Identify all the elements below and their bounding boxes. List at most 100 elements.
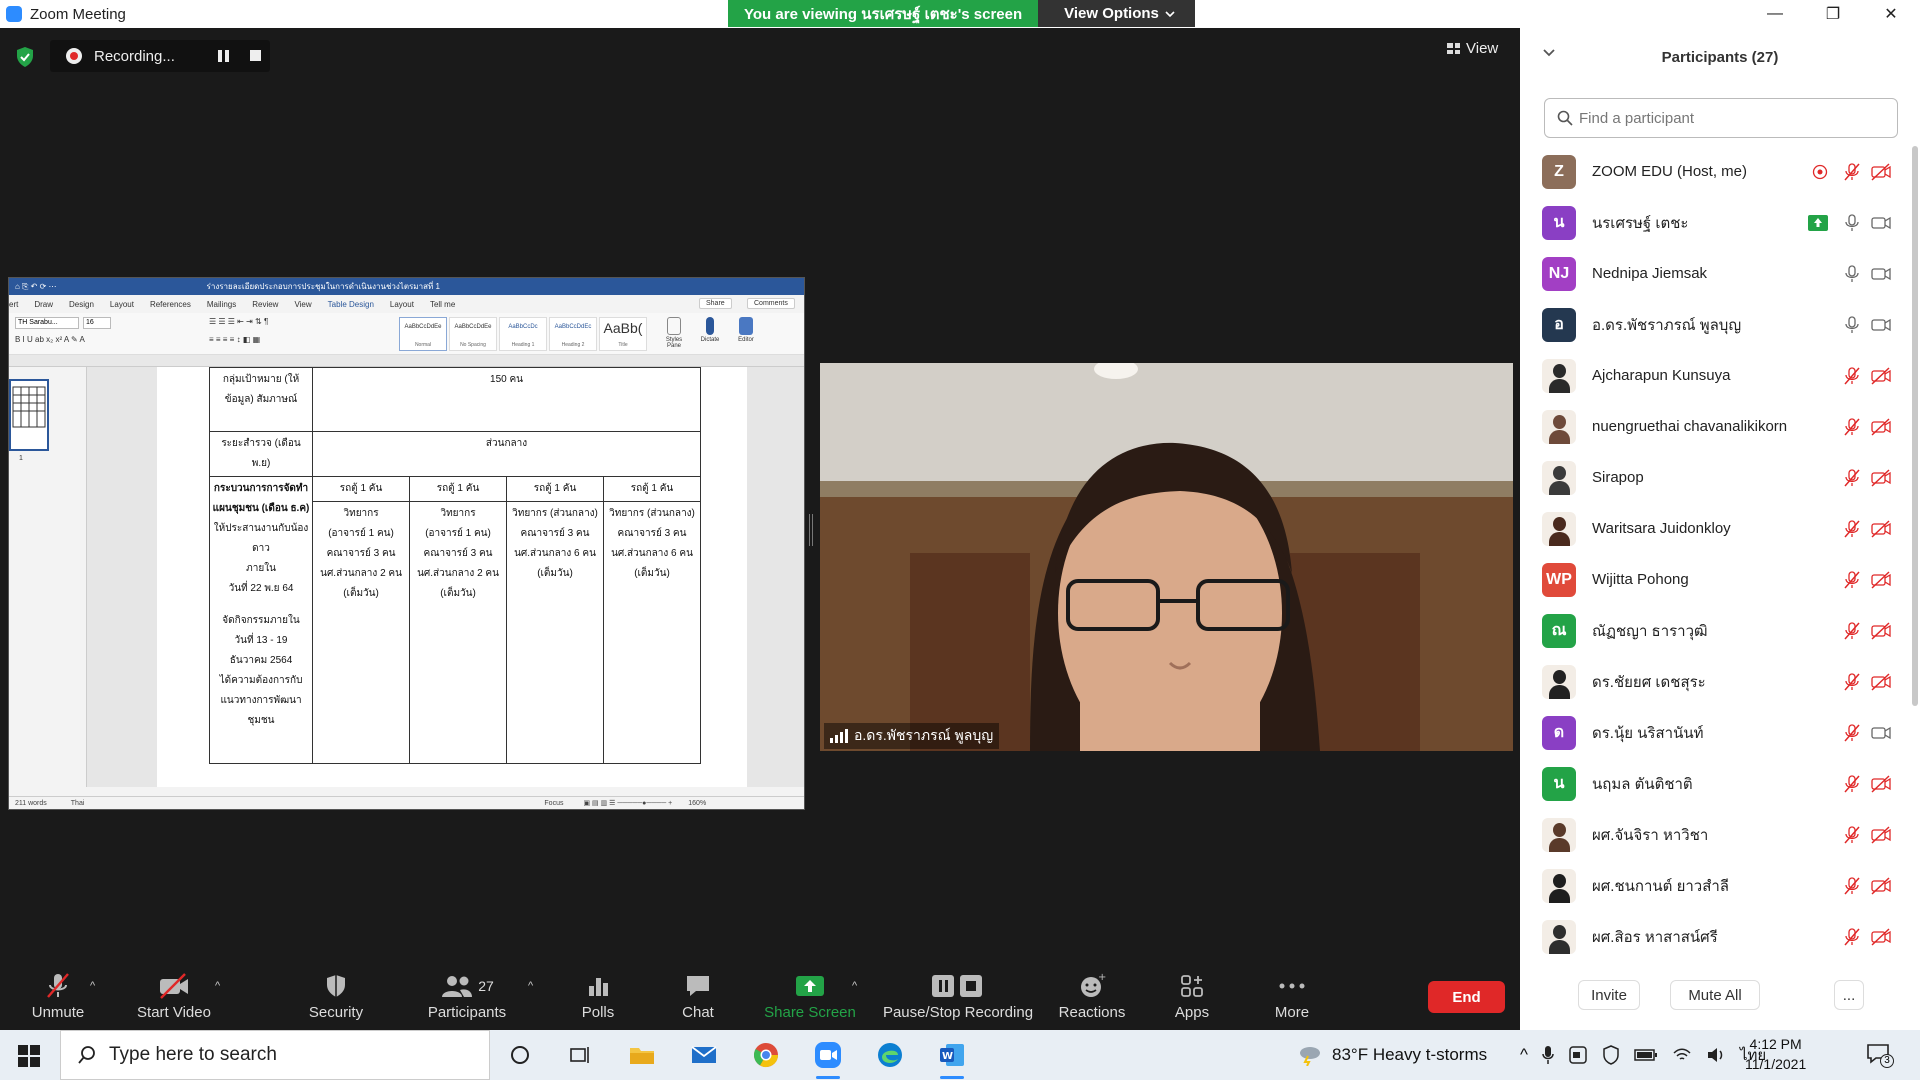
participant-row[interactable]: อ อ.ดร.พัชราภรณ์ พูลบุญ <box>1520 299 1908 350</box>
reactions-button[interactable]: + Reactions <box>1056 970 1128 1028</box>
pause-stop-recording-button[interactable]: Pause/Stop Recording <box>880 970 1036 1028</box>
cortana-icon[interactable] <box>504 1039 536 1071</box>
participant-row[interactable]: Waritsara Juidonkloy <box>1520 503 1908 554</box>
camera-on-icon[interactable] <box>1870 213 1892 233</box>
participant-row[interactable]: ดร.ชัยยศ เดชสุระ <box>1520 656 1908 707</box>
styles-pane-button[interactable]: Styles Pane <box>659 317 689 349</box>
notification-center-icon[interactable]: 3 <box>1866 1042 1894 1068</box>
mic-muted-icon[interactable] <box>1842 366 1862 386</box>
ribbon-tab[interactable]: Layout <box>110 300 134 309</box>
style-heading-1[interactable]: AaBbCcDc Heading 1 <box>499 317 547 351</box>
camera-off-icon[interactable] <box>1870 927 1892 947</box>
mail-icon[interactable] <box>688 1039 720 1071</box>
end-meeting-button[interactable]: End <box>1428 981 1505 1013</box>
participants-more-button[interactable]: ... <box>1834 980 1864 1010</box>
share-screen-button[interactable]: Share Screen <box>762 970 858 1028</box>
font-size-box[interactable]: 16 <box>83 317 111 329</box>
close-button[interactable]: ✕ <box>1862 0 1920 28</box>
camera-on-icon[interactable] <box>1870 315 1892 335</box>
participant-row[interactable]: Z ZOOM EDU (Host, me) <box>1520 146 1908 197</box>
security-button[interactable]: Security <box>300 970 372 1028</box>
battery-icon[interactable] <box>1634 1048 1658 1062</box>
polls-button[interactable]: Polls <box>568 970 628 1028</box>
mic-muted-icon[interactable] <box>1842 672 1862 692</box>
share-options-caret-icon[interactable]: ^ <box>852 980 857 992</box>
unmute-button[interactable]: Unmute <box>18 970 98 1028</box>
video-options-caret-icon[interactable]: ^ <box>215 980 220 992</box>
alignment-tools-icon[interactable]: ≡ ≡ ≡ ≡ ↕ ◧ ▦ <box>209 335 260 344</box>
pause-recording-icon[interactable] <box>218 50 230 62</box>
participant-row[interactable]: nuengruethai chavanalikikorn <box>1520 401 1908 452</box>
camera-off-icon[interactable] <box>1870 468 1892 488</box>
more-button[interactable]: More <box>1262 970 1322 1028</box>
mic-muted-icon[interactable] <box>1842 825 1862 845</box>
paragraph-tools-icon[interactable]: ☰ ☰ ☰ ⇤ ⇥ ⇅ ¶ <box>209 317 268 326</box>
camera-off-icon[interactable] <box>1870 162 1892 182</box>
split-drag-handle[interactable] <box>809 514 813 546</box>
font-name-box[interactable]: TH Sarabu... <box>15 317 79 329</box>
ribbon-tab[interactable]: Layout <box>390 300 414 309</box>
restore-button[interactable]: ❐ <box>1804 0 1862 28</box>
speaker-volume-icon[interactable] <box>1706 1047 1726 1063</box>
chevron-up-icon[interactable]: ^ <box>1520 1045 1528 1065</box>
style-no-spacing[interactable]: AaBbCcDdEe No Spacing <box>449 317 497 351</box>
participant-row[interactable]: NJ Nednipa Jiemsak <box>1520 248 1908 299</box>
taskbar-search-box[interactable]: Type here to search <box>60 1030 490 1080</box>
mic-muted-icon[interactable] <box>1842 774 1862 794</box>
ribbon-tab[interactable]: Mailings <box>207 300 236 309</box>
participants-options-caret-icon[interactable]: ^ <box>528 980 533 992</box>
shared-screen-document[interactable]: ⌂ ⎘ ↶ ⟳ ⋯ ร่างรายละเอียดประกอบการประชุมใ… <box>8 277 805 810</box>
dictate-button[interactable]: Dictate <box>695 317 725 343</box>
mic-muted-icon[interactable] <box>1842 621 1862 641</box>
defender-shield-icon[interactable] <box>1602 1045 1620 1065</box>
mic-on-icon[interactable] <box>1842 315 1862 335</box>
mic-muted-icon[interactable] <box>1842 876 1862 896</box>
ribbon-tab[interactable]: Design <box>69 300 94 309</box>
camera-off-icon[interactable] <box>1870 417 1892 437</box>
zoom-tray-icon[interactable] <box>1568 1045 1588 1065</box>
participant-row[interactable]: WP Wijitta Pohong <box>1520 554 1908 605</box>
apps-button[interactable]: Apps <box>1162 970 1222 1028</box>
weather-widget[interactable]: 83°F Heavy t-storms <box>1296 1030 1487 1080</box>
word-taskbar-icon[interactable]: W <box>936 1039 968 1079</box>
word-share-button[interactable]: Share <box>699 298 732 309</box>
mic-muted-icon[interactable] <box>1842 570 1862 590</box>
chrome-icon[interactable] <box>750 1039 782 1071</box>
editor-button[interactable]: Editor <box>731 317 761 343</box>
focus-button[interactable]: Focus <box>544 800 563 807</box>
style-heading-2[interactable]: AaBbCcDdEc Heading 2 <box>549 317 597 351</box>
camera-on-icon[interactable] <box>1870 723 1892 743</box>
camera-on-icon[interactable] <box>1870 264 1892 284</box>
camera-off-icon[interactable] <box>1870 825 1892 845</box>
audio-options-caret-icon[interactable]: ^ <box>90 980 95 992</box>
style-normal[interactable]: AaBbCcDdEe Normal <box>399 317 447 351</box>
mic-on-icon[interactable] <box>1842 264 1862 284</box>
edge-icon[interactable] <box>874 1039 906 1071</box>
word-count[interactable]: 211 words <box>15 800 47 807</box>
style-title[interactable]: AaBb(Title <box>599 317 647 351</box>
participant-row[interactable]: ณ ณัฏชญา ธาราวุฒิ <box>1520 605 1908 656</box>
chat-button[interactable]: Chat <box>668 970 728 1028</box>
participant-row[interactable]: Sirapop <box>1520 452 1908 503</box>
ribbon-tab[interactable]: Review <box>252 300 278 309</box>
view-mode-icons[interactable]: ▣ ▤ ▥ ☰ ─────●──── + <box>583 799 672 807</box>
windows-start-icon[interactable] <box>18 1045 40 1067</box>
minimize-button[interactable]: — <box>1746 0 1804 28</box>
camera-off-icon[interactable] <box>1870 672 1892 692</box>
microphone-icon[interactable] <box>1542 1045 1554 1065</box>
ribbon-tab[interactable]: Draw <box>34 300 53 309</box>
zoom-level[interactable]: 160% <box>688 800 706 807</box>
mute-all-button[interactable]: Mute All <box>1670 980 1760 1010</box>
file-explorer-icon[interactable] <box>626 1039 658 1071</box>
invite-button[interactable]: Invite <box>1578 980 1640 1010</box>
ribbon-tab-table-design[interactable]: Table Design <box>328 300 374 309</box>
ribbon-tab[interactable]: References <box>150 300 191 309</box>
ribbon-tab-tell-me[interactable]: Tell me <box>430 300 455 309</box>
task-view-icon[interactable] <box>564 1039 596 1071</box>
view-button[interactable]: View <box>1447 40 1498 57</box>
mic-muted-icon[interactable] <box>1842 519 1862 539</box>
camera-off-icon[interactable] <box>1870 774 1892 794</box>
camera-off-icon[interactable] <box>1870 621 1892 641</box>
mic-muted-icon[interactable] <box>1842 723 1862 743</box>
zoom-taskbar-icon[interactable] <box>812 1039 844 1079</box>
